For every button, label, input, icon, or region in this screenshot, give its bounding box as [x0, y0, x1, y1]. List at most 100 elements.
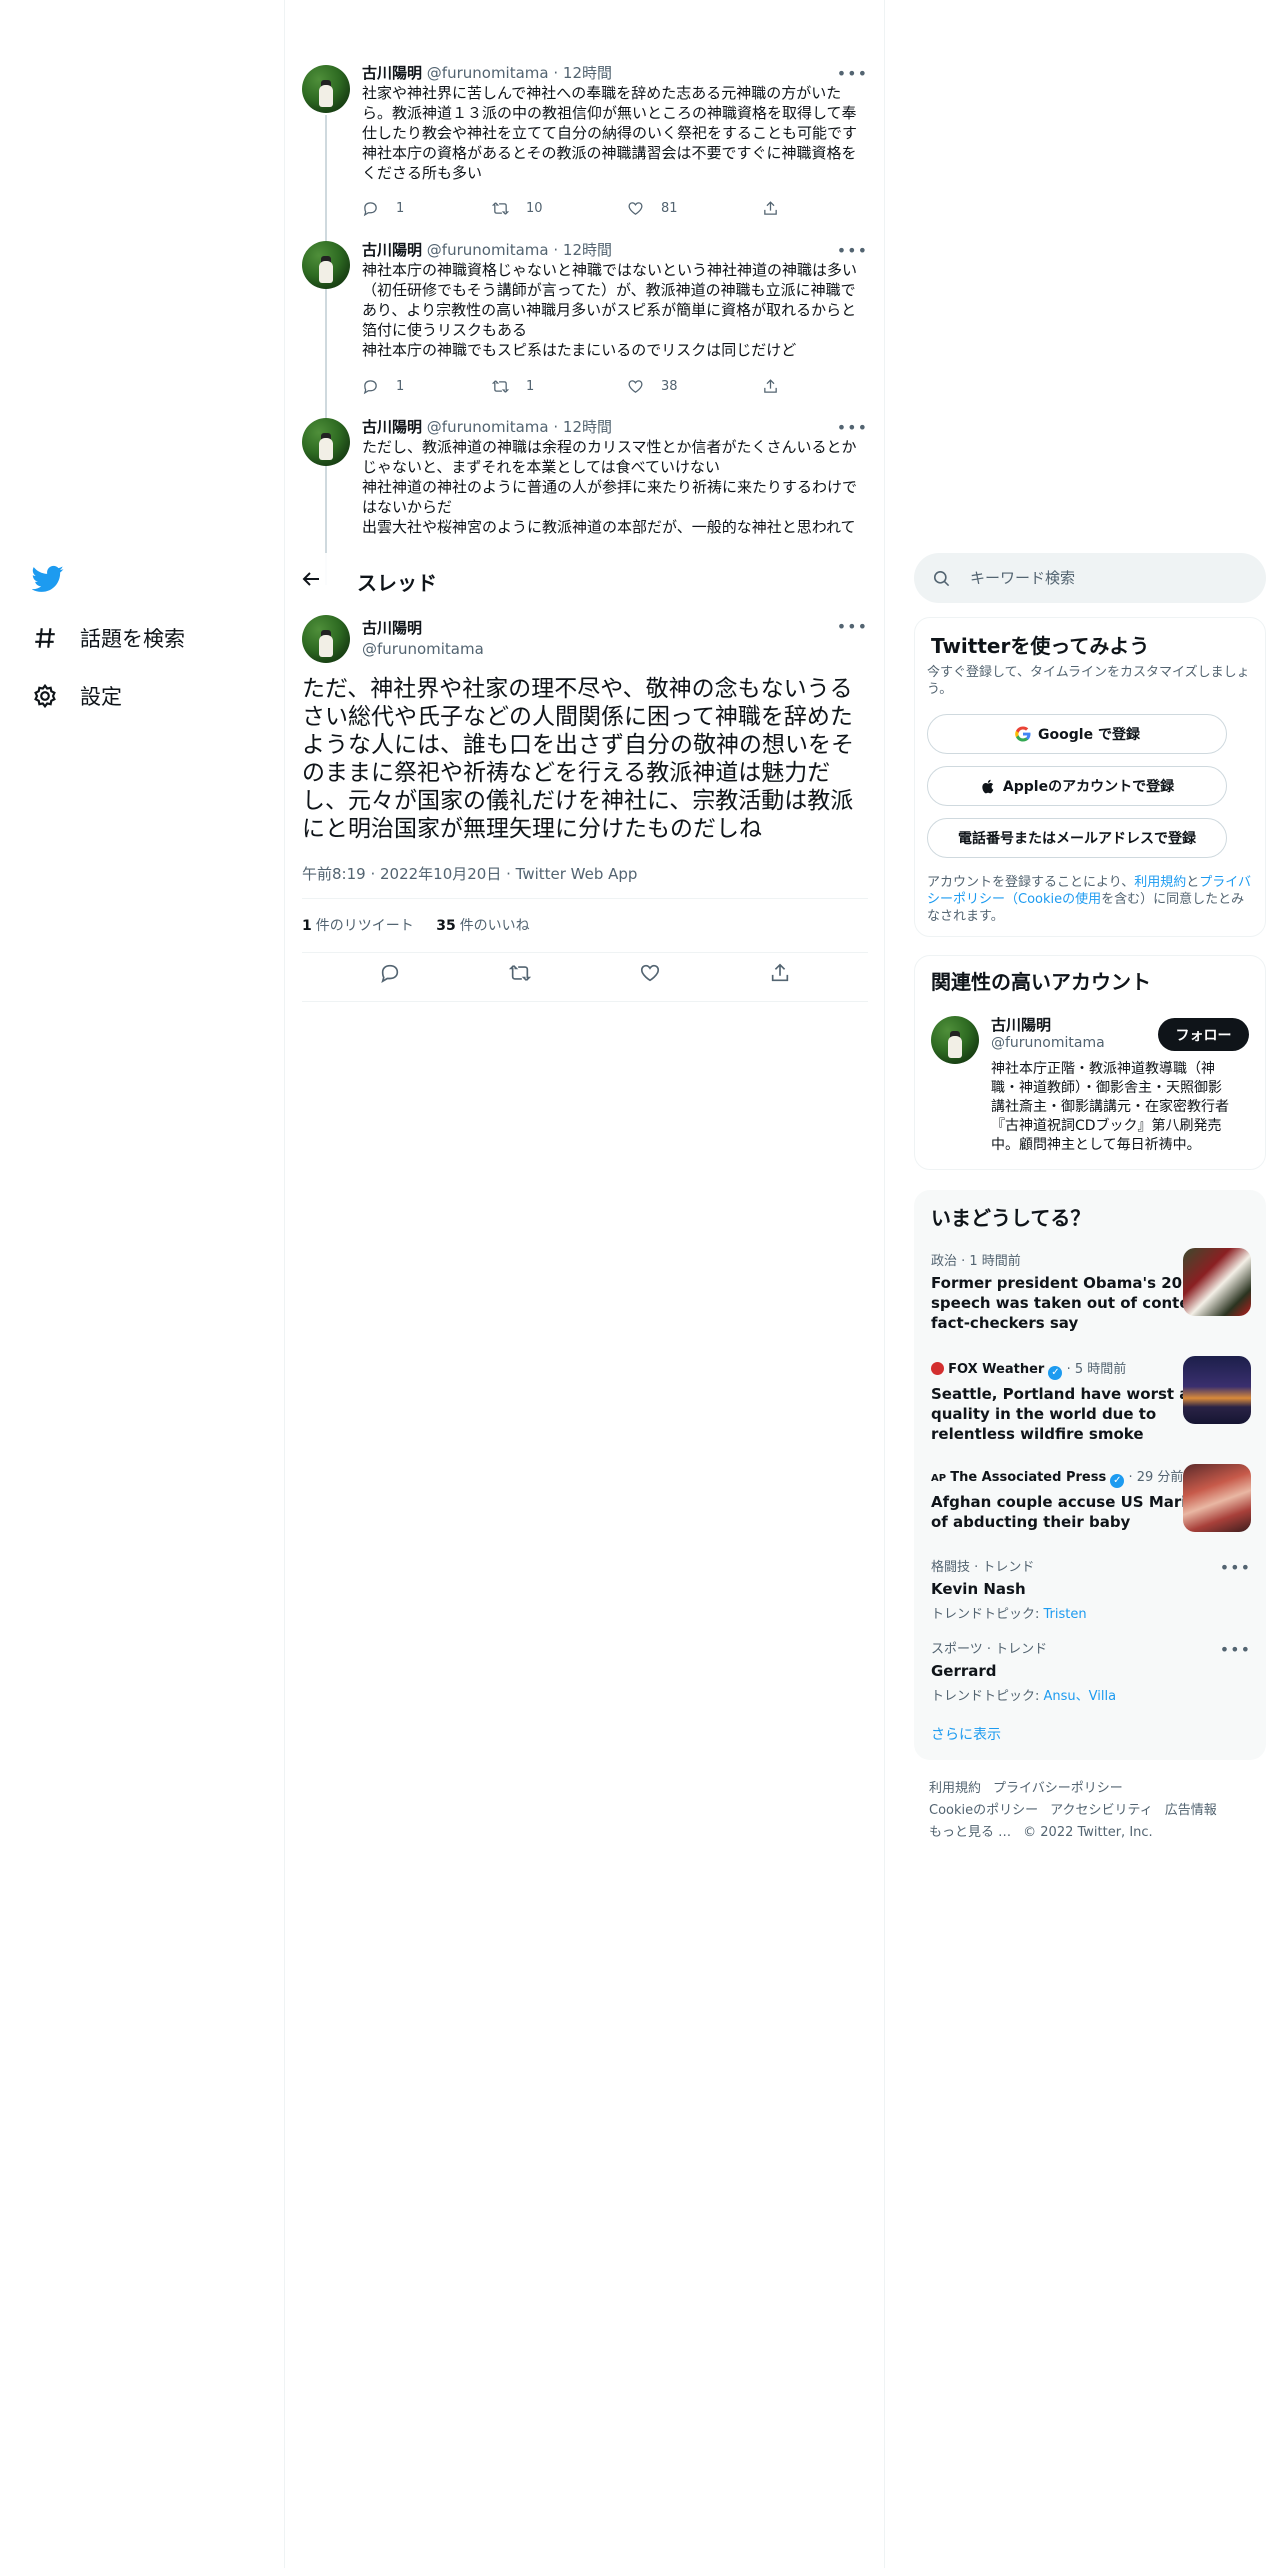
- main-column: 古川陽明 @furunomitama · 12時間 社家や神社界に苦しんで神社へ…: [285, 0, 885, 2568]
- like-count: 35: [436, 918, 456, 934]
- avatar[interactable]: [302, 65, 350, 113]
- legal-text: アカウントを登録することにより、: [927, 875, 1135, 890]
- trend-category: 格闘技 · トレンド: [931, 1560, 1035, 1575]
- follow-button[interactable]: フォロー: [1158, 1018, 1249, 1051]
- apple-signup-button[interactable]: Appleのアカウントで登録: [927, 766, 1227, 806]
- heart-icon: [628, 380, 643, 393]
- tweet-text-line: 神社本庁の神職でもスピ系はたまにいるのでリスクは同じだけど: [362, 341, 797, 359]
- tweet-text-line: じゃないと、まずそれを本業としては食べていけない: [362, 458, 721, 476]
- avatar[interactable]: [302, 241, 350, 289]
- tweet-author-handle[interactable]: @furunomitama: [362, 640, 484, 658]
- tweet-time[interactable]: · 12時間: [553, 64, 612, 82]
- apple-logo-icon: [982, 779, 994, 793]
- signup-subtitle: 今すぐ登録して、タイムラインをカスタマイズしましょう。: [927, 665, 1250, 697]
- avatar[interactable]: [302, 418, 350, 466]
- avatar[interactable]: [931, 1016, 979, 1064]
- tweet-author-handle[interactable]: @furunomitama: [427, 64, 549, 82]
- thread-tweet[interactable]: 古川陽明 @furunomitama · 12時間 社家や神社界に苦しんで神社へ…: [362, 63, 864, 183]
- retweet-stat[interactable]: 1 件のリツイート: [302, 918, 414, 934]
- bio-line: 『古神道祝詞CDブック』第八刷発売: [991, 1118, 1222, 1134]
- footer-link[interactable]: プライバシーポリシー: [993, 1781, 1123, 1796]
- trend-topics: トレンドトピック: Ansu、Villa: [931, 1685, 1251, 1704]
- thread-tweet[interactable]: 古川陽明 @furunomitama · 12時間 ただし、教派神道の神職は余程…: [362, 417, 864, 553]
- like-count: 38: [661, 379, 678, 394]
- trend-topics-label: トレンドトピック:: [931, 1689, 1044, 1704]
- tweet-timestamp[interactable]: 午前8:19 · 2022年10月20日 · Twitter Web App: [302, 863, 637, 884]
- back-arrow-icon[interactable]: [299, 567, 323, 591]
- nav-item-settings[interactable]: 設定: [32, 676, 122, 716]
- divider: [302, 1001, 868, 1002]
- retweet-button[interactable]: 10: [492, 200, 627, 217]
- tweet-text-line: はないからだ: [362, 498, 453, 516]
- like-stat[interactable]: 35 件のいいね: [436, 918, 529, 934]
- trend-item[interactable]: 格闘技 · トレンド Kevin Nash トレンドトピック: Tristen: [931, 1556, 1251, 1622]
- like-stat-label: 件のいいね: [459, 918, 530, 934]
- avatar[interactable]: [302, 615, 350, 663]
- signup-title: Twitterを使ってみよう: [931, 634, 1150, 658]
- main-tweet-actions: [285, 962, 884, 984]
- footer: 利用規約 プライバシーポリシー Cookieのポリシー アクセシビリティ 広告情報 も…: [929, 1777, 1259, 1843]
- more-options-icon[interactable]: •••: [1220, 1640, 1251, 1659]
- hashtag-icon: [35, 628, 55, 648]
- retweet-stat-label: 件のリツイート: [315, 918, 414, 934]
- footer-link[interactable]: Cookieのポリシー: [929, 1803, 1038, 1818]
- tweet-text-line: ただし、教派神道の神職は余程のカリスマ性とか信者がたくさんいるとか: [362, 438, 857, 456]
- more-options-icon[interactable]: •••: [837, 241, 868, 260]
- search-input[interactable]: [970, 569, 1220, 587]
- share-button[interactable]: [762, 378, 779, 395]
- footer-link[interactable]: もっと見る …: [929, 1825, 1011, 1840]
- gear-icon: [34, 683, 56, 709]
- more-options-icon[interactable]: •••: [837, 418, 868, 437]
- tweet-text: 神社本庁の神職資格じゃないと神職ではないという神社神道の神職は多い （初任研修で…: [362, 260, 864, 360]
- related-account-name[interactable]: 古川陽明: [991, 1014, 1051, 1035]
- trend-thumbnail[interactable]: [1183, 1464, 1251, 1532]
- reply-icon[interactable]: [379, 962, 401, 984]
- footer-link[interactable]: アクセシビリティ: [1050, 1803, 1153, 1818]
- footer-link[interactable]: 広告情報: [1165, 1803, 1217, 1818]
- footer-link[interactable]: 利用規約: [929, 1781, 981, 1796]
- tweet-author-handle[interactable]: @furunomitama: [427, 418, 549, 436]
- trend-topic-link[interactable]: Tristen: [1044, 1607, 1087, 1622]
- phone-email-signup-button[interactable]: 電話番号またはメールアドレスで登録: [927, 818, 1227, 858]
- tweet-text-line: 箔付に使うリスクもある: [362, 321, 528, 339]
- search-box[interactable]: [914, 553, 1266, 603]
- tweet-author-name[interactable]: 古川陽明: [362, 64, 422, 82]
- trend-item[interactable]: スポーツ · トレンド Gerrard トレンドトピック: Ansu、Villa: [931, 1638, 1251, 1704]
- more-options-icon[interactable]: •••: [837, 64, 868, 83]
- more-options-icon[interactable]: •••: [837, 617, 868, 636]
- trend-topic-link[interactable]: Ansu、Villa: [1044, 1689, 1117, 1704]
- share-icon[interactable]: [769, 962, 791, 984]
- reply-button[interactable]: 1: [362, 200, 492, 217]
- related-account-handle[interactable]: @furunomitama: [991, 1035, 1105, 1051]
- tweet-author-name[interactable]: 古川陽明: [362, 241, 422, 259]
- more-options-icon[interactable]: •••: [1220, 1558, 1251, 1577]
- nav-item-explore[interactable]: 話題を検索: [32, 618, 185, 658]
- trend-thumbnail[interactable]: [1183, 1248, 1251, 1316]
- thread-tweet[interactable]: 古川陽明 @furunomitama · 12時間 神社本庁の神職資格じゃないと…: [362, 240, 864, 360]
- thread-header: スレッド: [285, 553, 884, 605]
- trend-topics-label: トレンドトピック:: [931, 1607, 1044, 1622]
- trend-thumbnail[interactable]: [1183, 1356, 1251, 1424]
- tweet-time[interactable]: · 12時間: [553, 418, 612, 436]
- terms-link[interactable]: 利用規約: [1134, 875, 1186, 890]
- tweet-actions: 1 1 38: [362, 378, 782, 395]
- tweet-author-handle[interactable]: @furunomitama: [427, 241, 549, 259]
- trends-title: いまどうしてる？: [931, 1206, 1091, 1230]
- trend-headline-line: relentless wildfire smoke: [931, 1425, 1144, 1443]
- retweet-icon[interactable]: [509, 962, 531, 984]
- twitter-bird-icon[interactable]: [32, 563, 64, 595]
- retweet-button[interactable]: 1: [492, 378, 627, 395]
- google-signup-button[interactable]: Google で登録: [927, 714, 1227, 754]
- tweet-time[interactable]: · 12時間: [553, 241, 612, 259]
- tweet-text-line: し、元々が国家の儀礼だけを神社に、宗教活動は教派: [302, 788, 854, 814]
- reply-button[interactable]: 1: [362, 378, 492, 395]
- tweet-text-line: さい総代や氏子などの人間関係に困って神職を辞めた: [302, 704, 853, 730]
- tweet-stats: 1 件のリツイート 35 件のいいね: [302, 915, 530, 935]
- show-more-link[interactable]: さらに表示: [931, 1724, 1001, 1744]
- heart-icon[interactable]: [639, 962, 661, 984]
- share-button[interactable]: [762, 200, 779, 217]
- tweet-author-name[interactable]: 古川陽明: [362, 617, 422, 638]
- like-button[interactable]: 38: [627, 378, 762, 395]
- like-button[interactable]: 81: [627, 200, 762, 217]
- tweet-author-name[interactable]: 古川陽明: [362, 418, 422, 436]
